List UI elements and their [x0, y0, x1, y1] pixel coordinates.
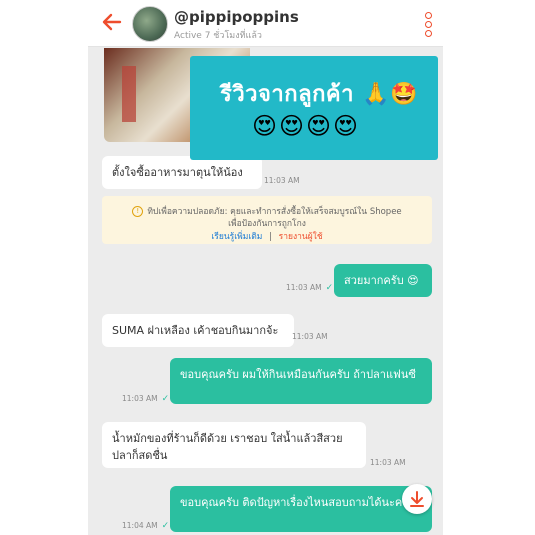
sent-check-icon: ✓	[161, 394, 170, 404]
scroll-down-button[interactable]	[402, 484, 432, 514]
message-text: ขอบคุณครับ ผมให้กินเหมือนกันครับ ถ้าปลาแ…	[180, 368, 416, 381]
message-time: 11:03 AM	[292, 332, 328, 341]
sent-check-icon: ✓	[325, 283, 334, 293]
message-time: 11:03 AM	[370, 458, 406, 467]
back-arrow-icon[interactable]	[100, 10, 124, 34]
message-time: 11:03 AM ✓	[286, 283, 334, 293]
learn-more-link[interactable]: เรียนรู้เพิ่มเติม	[211, 232, 262, 242]
active-status: Active 7 ชั่วโมงที่แล้ว	[174, 31, 262, 41]
banner-emojis: 😍😍😍😍	[252, 112, 361, 140]
notice-text-2: เพื่อป้องกันการถูกโกง	[228, 219, 306, 229]
message-text: SUMA ฝาเหลือง เค้าชอบกินมากจ้ะ	[112, 324, 279, 337]
more-options-icon[interactable]	[425, 12, 432, 37]
chat-header: @pippipoppins Active 7 ชั่วโมงที่แล้ว	[88, 0, 443, 47]
incoming-message: SUMA ฝาเหลือง เค้าชอบกินมากจ้ะ	[102, 314, 294, 347]
message-time: 11:04 AM ✓	[122, 521, 170, 531]
report-user-link[interactable]: รายงานผู้ใช้	[279, 232, 323, 242]
username[interactable]: @pippipoppins	[174, 8, 299, 26]
arrow-down-icon	[410, 491, 424, 507]
incoming-message: ตั้งใจซื้ออาหารมาตุนให้น้อง	[102, 156, 262, 189]
message-time: 11:03 AM	[264, 176, 300, 185]
review-banner: รีวิวจากลูกค้า 🙏🤩 😍😍😍😍	[190, 56, 438, 160]
message-text: ตั้งใจซื้ออาหารมาตุนให้น้อง	[112, 166, 243, 179]
safety-notice: ! ทิปเพื่อความปลอดภัย: คุยและทำการสั่งซื้…	[102, 196, 432, 244]
outgoing-message: สวยมากครับ 😍	[334, 264, 432, 297]
link-separator: |	[269, 232, 272, 242]
message-time: 11:03 AM ✓	[122, 394, 170, 404]
message-text: สวยมากครับ 😍	[344, 274, 419, 287]
message-text: น้ำหมักของที่ร้านก็ดีด้วย เราชอบ ใส่น้ำแ…	[112, 432, 343, 462]
outgoing-message: ขอบคุณครับ ติดปัญหาเรื่องไหนสอบถามได้นะค…	[170, 486, 432, 532]
avatar[interactable]	[132, 6, 168, 42]
banner-title: รีวิวจากลูกค้า 🙏🤩	[220, 82, 418, 107]
message-text: ขอบคุณครับ ติดปัญหาเรื่องไหนสอบถามได้นะค…	[180, 496, 416, 509]
outgoing-message: ขอบคุณครับ ผมให้กินเหมือนกันครับ ถ้าปลาแ…	[170, 358, 432, 404]
sent-check-icon: ✓	[161, 521, 170, 531]
incoming-message: น้ำหมักของที่ร้านก็ดีด้วย เราชอบ ใส่น้ำแ…	[102, 422, 366, 468]
